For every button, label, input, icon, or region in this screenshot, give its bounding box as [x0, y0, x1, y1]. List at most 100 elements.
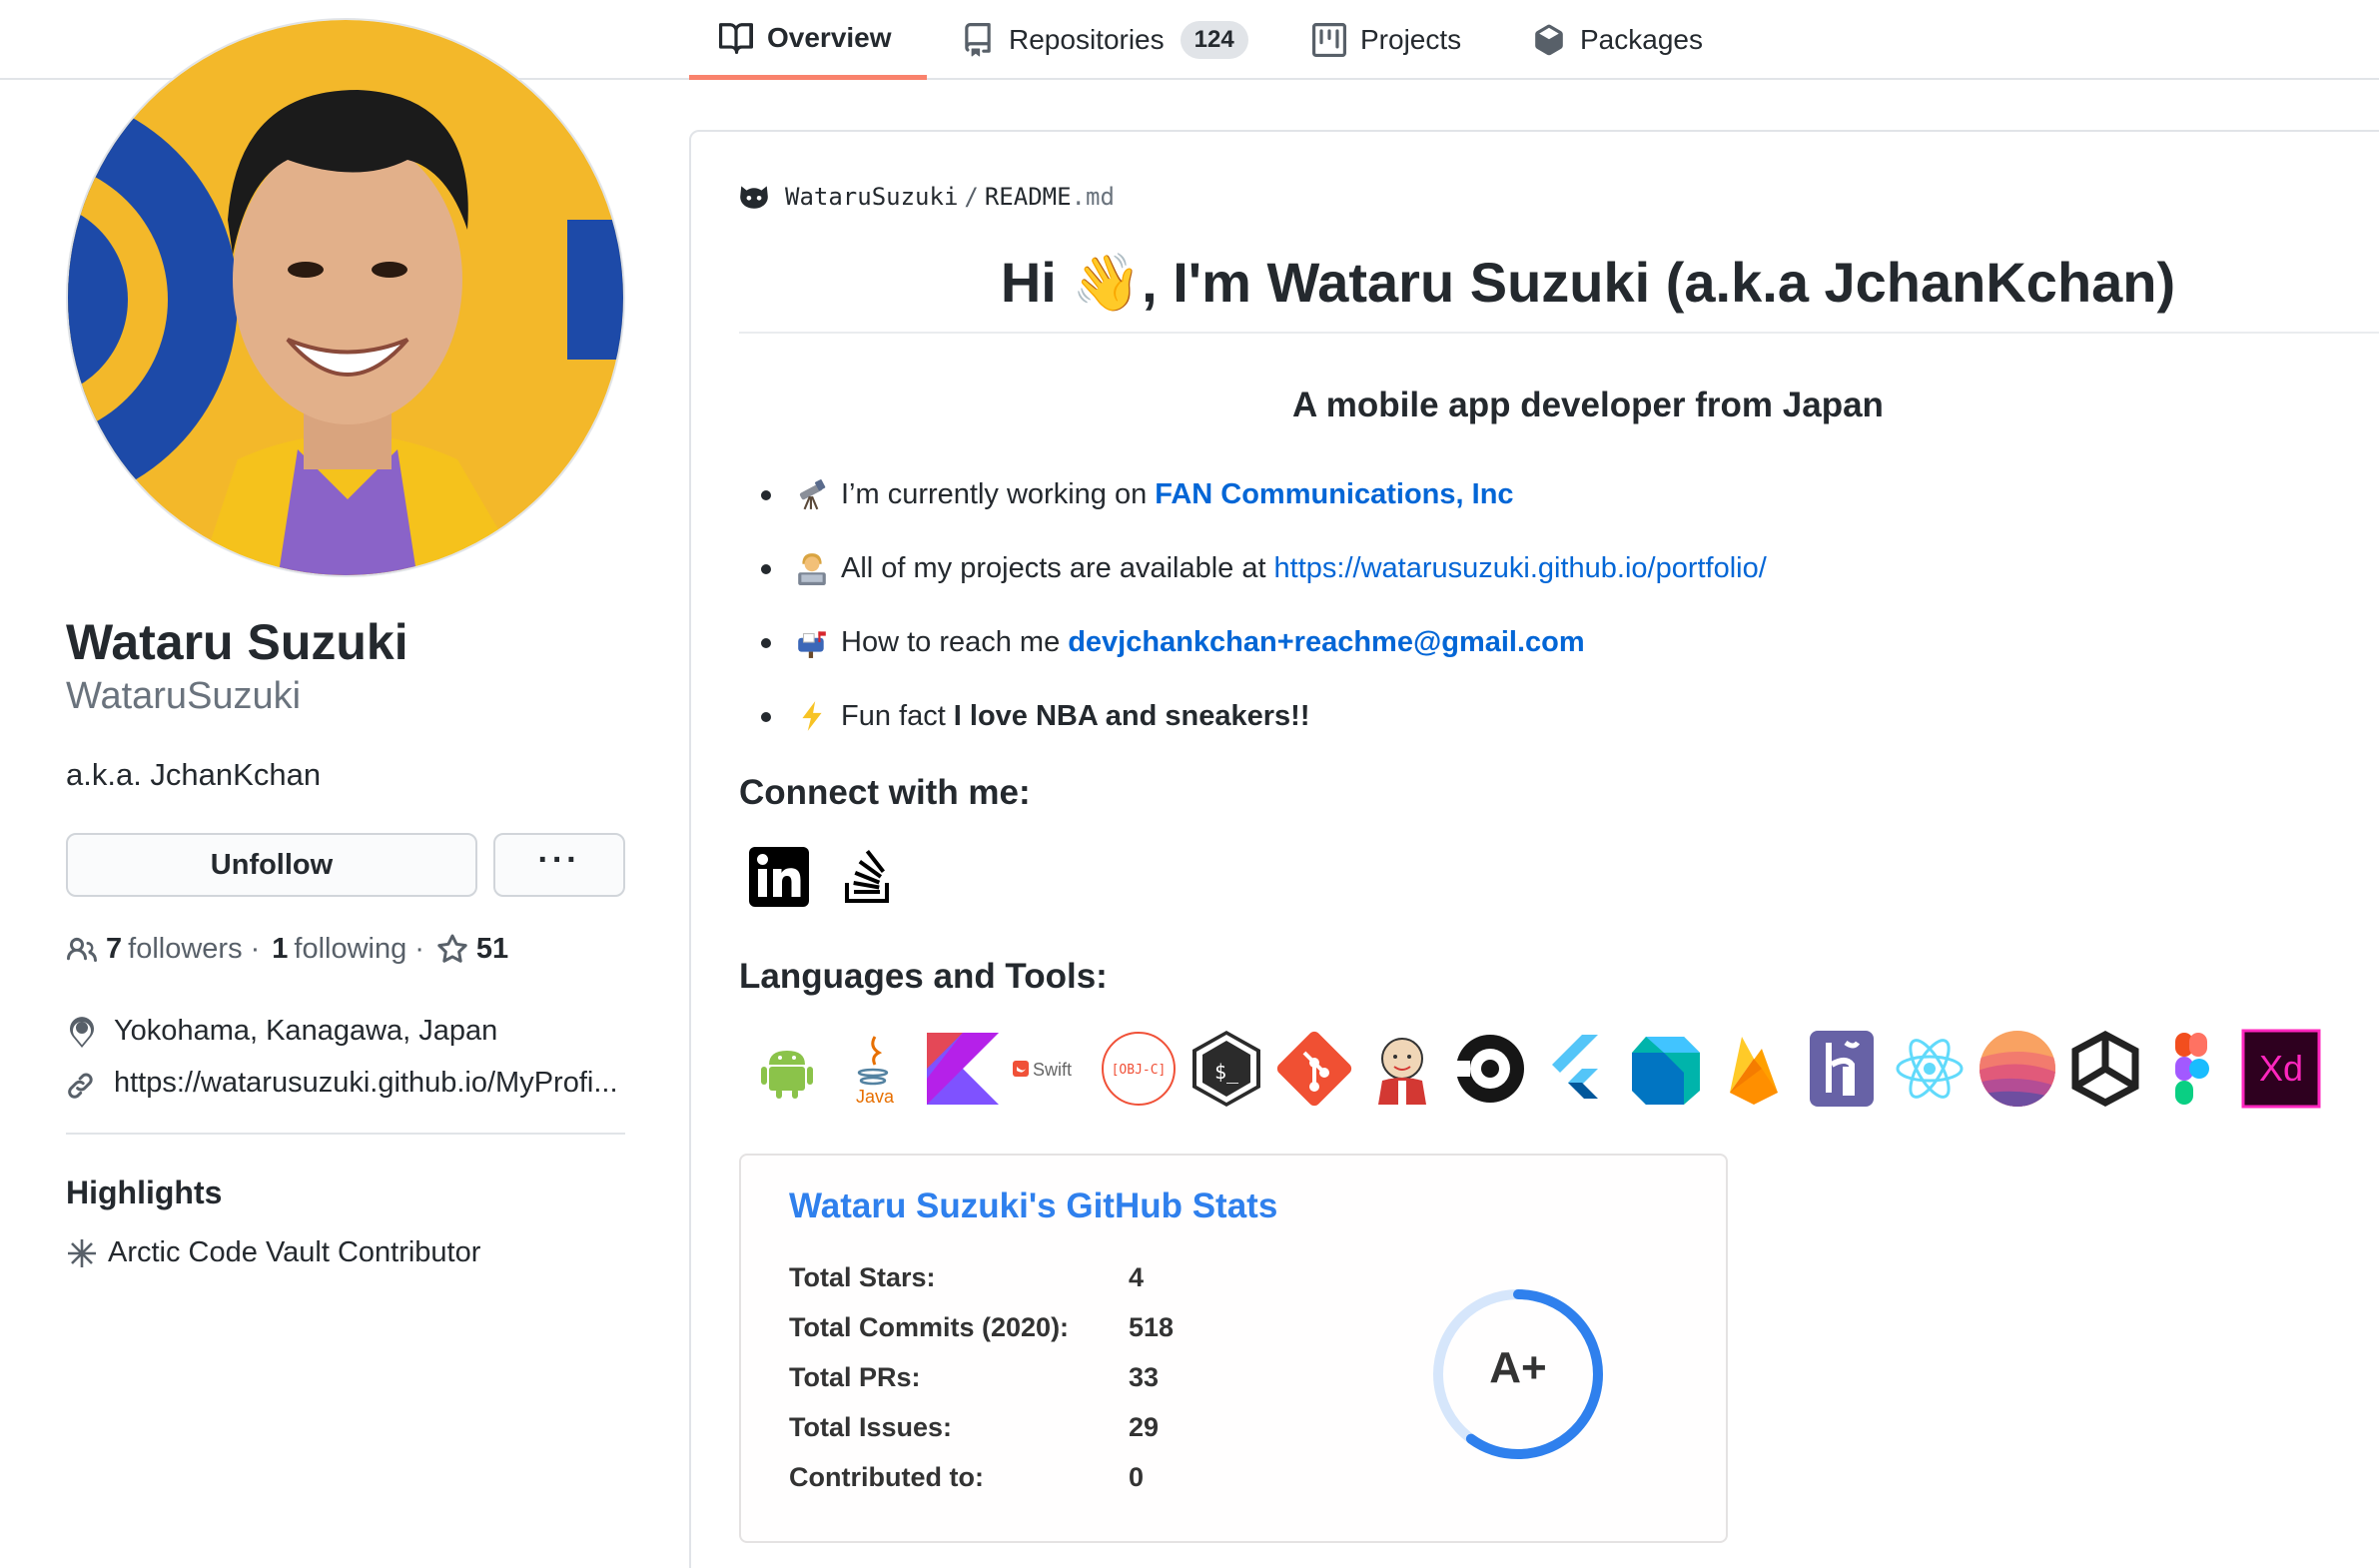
tab-packages[interactable]: Packages	[1532, 0, 1703, 80]
git-icon[interactable]	[1274, 1029, 1354, 1109]
lightning-icon	[802, 701, 822, 731]
tools-title: Languages and Tools:	[739, 957, 1108, 996]
stat-value: 4	[1129, 1262, 1145, 1292]
grade-text: A+	[1489, 1343, 1547, 1392]
list-item: Fun fact I love NBA and sneakers!!	[739, 679, 1767, 753]
circleci-icon[interactable]	[1450, 1029, 1530, 1109]
linkedin-icon[interactable]	[747, 845, 811, 909]
avatar-photo	[68, 20, 623, 575]
highlight-item: Arctic Code Vault Contributor	[66, 1236, 480, 1269]
path-extension: .md	[1071, 183, 1115, 211]
swift-label: Swift	[1033, 1060, 1072, 1080]
kotlin-icon[interactable]	[923, 1029, 1003, 1109]
path-file[interactable]: README	[985, 183, 1072, 211]
dart-icon[interactable]	[1626, 1029, 1706, 1109]
avatar[interactable]	[66, 18, 625, 577]
bash-icon[interactable]: $_	[1187, 1029, 1266, 1109]
figma-icon[interactable]	[2153, 1029, 2233, 1109]
bullet-text: I’m currently working on	[841, 477, 1148, 510]
arctic-vault-icon	[68, 1238, 96, 1267]
tools-list: Java Swift [OBJ-C] $_ Xd	[747, 1029, 2321, 1109]
firebase-icon[interactable]	[1714, 1029, 1794, 1109]
repo-icon	[965, 23, 991, 57]
connect-title: Connect with me:	[739, 773, 1031, 812]
separator-dot: ·	[250, 933, 261, 965]
path-separator: /	[964, 183, 979, 211]
xd-label: Xd	[2259, 1048, 2303, 1089]
followers-link[interactable]: followers	[128, 933, 242, 966]
stat-label: Contributed to:	[789, 1462, 984, 1492]
tab-label: Overview	[767, 21, 892, 53]
package-icon	[1535, 24, 1563, 56]
android-icon[interactable]	[747, 1029, 827, 1109]
following-count[interactable]: 1	[272, 933, 288, 966]
telescope-icon	[799, 479, 826, 510]
unfollow-button[interactable]: Unfollow	[66, 833, 477, 897]
project-icon	[1312, 23, 1346, 57]
tab-overview[interactable]: Overview	[689, 0, 927, 80]
profile-name: Wataru Suzuki	[66, 614, 408, 670]
people-icon	[66, 937, 98, 962]
cat-icon	[740, 186, 768, 209]
stat-value: 33	[1129, 1362, 1160, 1392]
stats-title[interactable]: Wataru Suzuki's GitHub Stats	[789, 1186, 1277, 1226]
intro-list: I’m currently working on FAN Communicati…	[739, 457, 1767, 753]
website-row: https://watarusuzuki.github.io/MyProfi..…	[66, 1067, 618, 1100]
bash-label: $_	[1214, 1060, 1239, 1084]
list-item: How to reach me devjchankchan+reachme@gm…	[739, 605, 1767, 679]
stat-value: 0	[1129, 1462, 1145, 1492]
java-icon[interactable]: Java	[835, 1029, 915, 1109]
tab-label: Packages	[1580, 24, 1703, 55]
location-text: Yokohama, Kanagawa, Japan	[114, 1015, 498, 1047]
repo-count-badge: 124	[1180, 21, 1248, 59]
mailbox-icon	[798, 631, 826, 658]
book-icon	[719, 22, 753, 54]
portfolio-link[interactable]: https://watarusuzuki.github.io/portfolio…	[1274, 552, 1767, 585]
java-label: Java	[856, 1087, 895, 1107]
list-item: I’m currently working on FAN Communicati…	[739, 457, 1767, 531]
highlights-title: Highlights	[66, 1175, 223, 1210]
stat-value: 29	[1129, 1412, 1160, 1442]
tab-projects[interactable]: Projects	[1312, 0, 1461, 80]
link-icon	[68, 1073, 93, 1099]
stackoverflow-icon[interactable]	[837, 845, 901, 909]
realm-icon[interactable]	[1978, 1029, 2057, 1109]
stat-value: 518	[1129, 1312, 1175, 1342]
readme-heading: Hi 👋, I'm Wataru Suzuki (a.k.a JchanKcha…	[1000, 251, 2176, 314]
bullet-text: How to reach me	[841, 625, 1061, 658]
swift-icon[interactable]: Swift	[1011, 1029, 1091, 1109]
stat-label: Total PRs:	[789, 1362, 921, 1392]
tab-label: Repositories	[1009, 24, 1165, 55]
readme-subheading: A mobile app developer from Japan	[1292, 386, 1884, 424]
stars-count[interactable]: 51	[476, 933, 508, 966]
react-icon[interactable]	[1890, 1029, 1970, 1109]
location-icon	[70, 1016, 94, 1048]
star-icon	[437, 934, 467, 963]
sidebar-divider	[66, 1133, 625, 1135]
profile-login: WataruSuzuki	[66, 675, 302, 717]
profile-bio: a.k.a. JchanKchan	[66, 757, 322, 792]
follow-stats: 7 followers · 1 following · 51	[66, 933, 514, 966]
followers-count[interactable]: 7	[106, 933, 122, 966]
readme-path: WataruSuzuki / README .md	[737, 180, 1115, 214]
jenkins-icon[interactable]	[1362, 1029, 1442, 1109]
more-options-button[interactable]: ···	[493, 833, 625, 897]
tab-repositories[interactable]: Repositories 124	[961, 0, 1248, 80]
xd-icon[interactable]: Xd	[2241, 1029, 2321, 1109]
objective-c-icon[interactable]: [OBJ-C]	[1099, 1029, 1179, 1109]
fun-fact-text: I love NBA and sneakers!!	[953, 699, 1310, 732]
following-link[interactable]: following	[294, 933, 406, 966]
stat-label: Total Commits (2020):	[789, 1312, 1070, 1342]
tab-label: Projects	[1360, 24, 1462, 55]
company-link[interactable]: FAN Communications, Inc	[1155, 478, 1513, 511]
website-link[interactable]: https://watarusuzuki.github.io/MyProfi..…	[114, 1067, 618, 1100]
unity-icon[interactable]	[2065, 1029, 2145, 1109]
flutter-icon[interactable]	[1538, 1029, 1618, 1109]
path-owner[interactable]: WataruSuzuki	[785, 183, 958, 211]
stat-label: Total Stars:	[789, 1262, 936, 1292]
heading-rule	[739, 332, 2379, 334]
technologist-icon	[798, 553, 826, 585]
email-link[interactable]: devjchankchan+reachme@gmail.com	[1068, 626, 1584, 659]
heroku-icon[interactable]	[1802, 1029, 1882, 1109]
highlight-text[interactable]: Arctic Code Vault Contributor	[108, 1236, 480, 1269]
